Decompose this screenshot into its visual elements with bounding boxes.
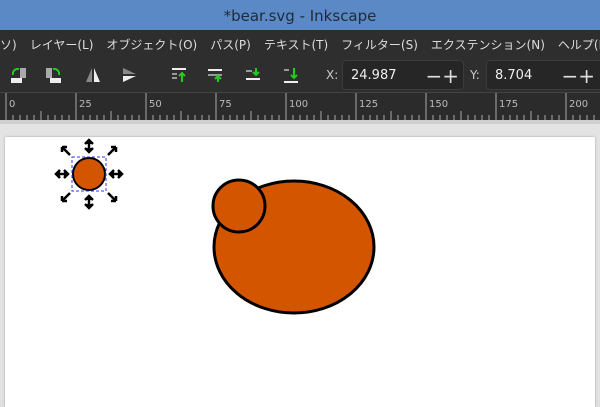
rotate-cw-icon[interactable] — [44, 66, 62, 84]
flip-horizontal-icon[interactable] — [84, 66, 102, 84]
ruler-label: 200 — [569, 99, 588, 110]
lower-icon[interactable] — [244, 66, 262, 84]
menu-help[interactable]: ヘルプ(H) — [551, 36, 600, 53]
menu-extensions[interactable]: エクステンション(N) — [424, 36, 551, 53]
menu-view[interactable]: ソ) — [0, 36, 23, 53]
ruler-label: 175 — [499, 99, 518, 110]
ruler-label: 75 — [219, 99, 232, 110]
raise-to-top-icon[interactable] — [170, 66, 188, 84]
canvas[interactable] — [0, 120, 600, 407]
menu-filters[interactable]: フィルター(S) — [334, 36, 424, 53]
menu-bar: ソ) レイヤー(L) オブジェクト(O) パス(P) テキスト(T) フィルター… — [0, 30, 600, 58]
drawing[interactable] — [0, 120, 600, 400]
x-field[interactable]: 24.987 −+ — [342, 60, 464, 90]
menu-layer[interactable]: レイヤー(L) — [23, 36, 100, 53]
selected-circle[interactable] — [72, 157, 106, 191]
rotate-ccw-icon[interactable] — [10, 66, 28, 84]
raise-icon[interactable] — [206, 66, 224, 84]
ruler-label: 25 — [79, 99, 92, 110]
y-field[interactable]: 8.704 −+ — [486, 60, 600, 90]
y-stepper-icon[interactable]: −+ — [561, 61, 595, 91]
window-title: *bear.svg - Inkscape — [0, 0, 600, 30]
ruler-label: 50 — [149, 99, 162, 110]
x-label: X: — [326, 68, 339, 82]
menu-text[interactable]: テキスト(T) — [257, 36, 334, 53]
y-value[interactable]: 8.704 — [495, 68, 532, 83]
x-value[interactable]: 24.987 — [351, 68, 397, 83]
menu-object[interactable]: オブジェクト(O) — [99, 36, 203, 53]
ruler-label: 0 — [9, 99, 15, 110]
lower-to-bottom-icon[interactable] — [282, 66, 300, 84]
menu-path[interactable]: パス(P) — [203, 36, 257, 53]
ruler-label: 100 — [289, 99, 308, 110]
tool-controls-bar: X: 24.987 −+ Y: 8.704 −+ — [0, 58, 600, 92]
horizontal-ruler[interactable]: 0 25 50 75 100 125 150 175 200 — [0, 92, 600, 121]
bear-ear-circle[interactable] — [211, 178, 267, 234]
ruler-label: 150 — [429, 99, 448, 110]
y-label: Y: — [470, 68, 480, 82]
ruler-label: 125 — [359, 99, 378, 110]
x-stepper-icon[interactable]: −+ — [425, 61, 459, 91]
flip-vertical-icon[interactable] — [120, 66, 138, 84]
